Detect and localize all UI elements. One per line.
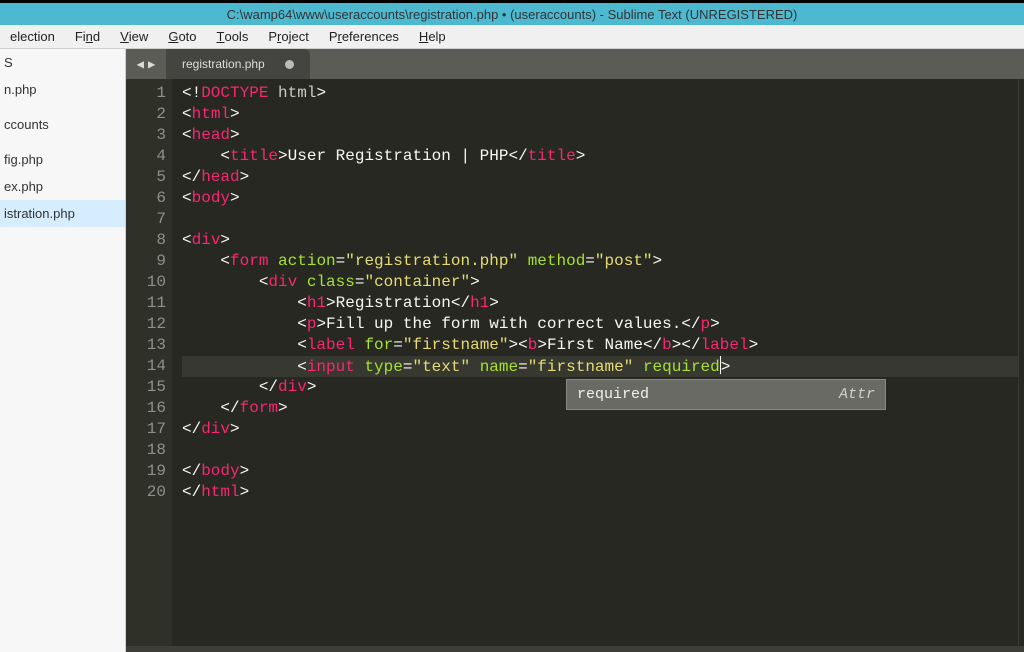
tab-next-icon[interactable]: ▶ [148,57,155,72]
line-number: 20 [126,482,166,503]
sidebar-item[interactable]: istration.php [0,200,125,227]
code-line[interactable] [182,440,1018,461]
code-line[interactable]: <p>Fill up the form with correct values.… [182,314,1018,335]
line-number: 10 [126,272,166,293]
window-title: C:\wamp64\www\useraccounts\registration.… [227,7,798,22]
menu-item-election[interactable]: election [0,25,65,48]
menu-item-preferences[interactable]: Preferences [319,25,409,48]
menu-item-help[interactable]: Help [409,25,456,48]
sidebar-item[interactable]: n.php [0,76,125,103]
sidebar-item[interactable]: ex.php [0,173,125,200]
menu-item-project[interactable]: Project [258,25,318,48]
line-number: 6 [126,188,166,209]
window-titlebar: C:\wamp64\www\useraccounts\registration.… [0,3,1024,25]
code-line[interactable]: <html> [182,104,1018,125]
menu-item-view[interactable]: View [110,25,158,48]
line-number: 16 [126,398,166,419]
code-line[interactable]: <div> [182,230,1018,251]
line-number: 17 [126,419,166,440]
line-number: 7 [126,209,166,230]
code-editor[interactable]: <!DOCTYPE html><html><head> <title>User … [172,79,1018,646]
line-number: 13 [126,335,166,356]
code-line[interactable]: <!DOCTYPE html> [182,83,1018,104]
code-line[interactable]: </body> [182,461,1018,482]
line-number: 14 [126,356,166,377]
autocomplete-item-kind: Attr [839,384,875,405]
autocomplete-popup[interactable]: required Attr [566,379,886,410]
line-number: 18 [126,440,166,461]
code-line[interactable]: <body> [182,188,1018,209]
tab-nav-arrows[interactable]: ◀ ▶ [126,49,166,79]
tab-strip: ◀ ▶ registration.php [126,49,1024,79]
menu-item-goto[interactable]: Goto [158,25,206,48]
tab-prev-icon[interactable]: ◀ [137,57,144,72]
code-line[interactable]: <form action="registration.php" method="… [182,251,1018,272]
line-number: 4 [126,146,166,167]
tab-dirty-indicator [285,60,294,69]
main-area: S n.php ccounts fig.phpex.phpistration.php… [0,49,1024,652]
menu-item-tools[interactable]: Tools [207,25,259,48]
line-number-gutter: 1234567891011121314151617181920 [126,79,172,646]
editor-bottom-bar [126,646,1024,652]
menu-item-find[interactable]: Find [65,25,110,48]
code-line[interactable]: <input type="text" name="firstname" requ… [182,356,1018,377]
line-number: 5 [126,167,166,188]
minimap[interactable] [1018,79,1024,646]
sidebar-file-list: n.php ccounts fig.phpex.phpistration.php [0,76,125,227]
code-line[interactable]: <label for="firstname"><b>First Name</b>… [182,335,1018,356]
line-number: 9 [126,251,166,272]
line-number: 12 [126,314,166,335]
code-line[interactable]: </div> [182,419,1018,440]
code-line[interactable] [182,209,1018,230]
code-container: 1234567891011121314151617181920 <!DOCTYP… [126,79,1024,646]
editor-area: ◀ ▶ registration.php 1234567891011121314… [126,49,1024,652]
tab-label: registration.php [182,57,265,71]
sidebar-item[interactable]: fig.php [0,146,125,173]
code-line[interactable]: </head> [182,167,1018,188]
sidebar-heading: S [0,53,125,76]
code-line[interactable]: <title>User Registration | PHP</title> [182,146,1018,167]
code-line[interactable]: </html> [182,482,1018,503]
line-number: 19 [126,461,166,482]
menu-bar: electionFindViewGotoToolsProjectPreferen… [0,25,1024,49]
sidebar-item[interactable]: ccounts [0,111,125,138]
line-number: 15 [126,377,166,398]
line-number: 3 [126,125,166,146]
line-number: 1 [126,83,166,104]
sidebar: S n.php ccounts fig.phpex.phpistration.php [0,49,126,652]
tab-registration[interactable]: registration.php [166,49,310,79]
autocomplete-item-label[interactable]: required [577,384,649,405]
code-line[interactable]: <div class="container"> [182,272,1018,293]
line-number: 11 [126,293,166,314]
line-number: 2 [126,104,166,125]
code-line[interactable]: <h1>Registration</h1> [182,293,1018,314]
line-number: 8 [126,230,166,251]
code-line[interactable]: <head> [182,125,1018,146]
